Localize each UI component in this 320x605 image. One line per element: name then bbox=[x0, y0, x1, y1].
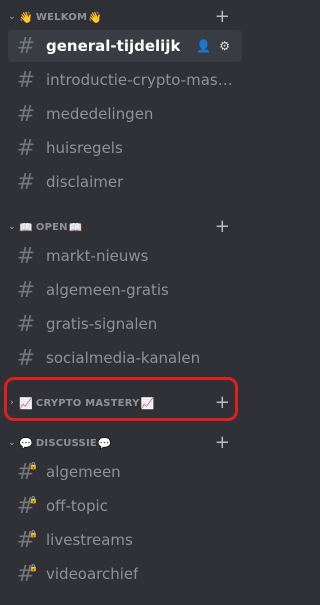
chevron-down-icon[interactable]: ⌄ bbox=[6, 438, 18, 448]
category-label: DISCUSSIE bbox=[35, 437, 97, 449]
channel-label: mededelingen bbox=[46, 105, 154, 123]
channel-label: disclaimer bbox=[46, 173, 124, 191]
channel-label: algemeen bbox=[46, 463, 121, 481]
channel-off-topic[interactable]: # 🔒 off-topic bbox=[8, 490, 242, 522]
channel-label: livestreams bbox=[46, 531, 133, 549]
chevron-down-icon[interactable]: ⌄ bbox=[6, 12, 18, 22]
channel-sidebar: ⌄ 👋 WELKOM 👋 + # general-tijdelijk 👤 ⚙ #… bbox=[0, 0, 250, 605]
channel-socialmedia-kanalen[interactable]: # socialmedia-kanalen bbox=[8, 342, 242, 374]
book-emoji-icon: 📖 bbox=[68, 220, 83, 234]
wave-emoji-icon: 👋 bbox=[88, 10, 102, 24]
speech-bubble-emoji-icon: 💬 bbox=[97, 436, 112, 450]
locked-channel-icon: # 🔒 bbox=[16, 459, 38, 485]
text-channel-icon: # bbox=[16, 277, 36, 303]
text-channel-icon: # bbox=[16, 67, 36, 93]
category-label: WELKOM bbox=[35, 11, 88, 23]
highlight-box bbox=[4, 377, 238, 421]
text-channel-icon: # bbox=[16, 169, 36, 195]
category-label: OPEN bbox=[35, 221, 68, 233]
add-channel-icon[interactable]: + bbox=[215, 216, 230, 238]
text-channel-icon: # bbox=[16, 311, 36, 337]
channel-algemeen-gratis[interactable]: # algemeen-gratis bbox=[8, 274, 242, 306]
channel-markt-nieuws[interactable]: # markt-nieuws bbox=[8, 240, 242, 272]
channel-introductie[interactable]: # introductie-crypto-maste... bbox=[8, 64, 242, 96]
channel-label: gratis-signalen bbox=[46, 315, 158, 333]
chevron-down-icon[interactable]: ⌄ bbox=[6, 222, 18, 232]
channel-label: general-tijdelijk bbox=[46, 37, 181, 55]
channel-gratis-signalen[interactable]: # gratis-signalen bbox=[8, 308, 242, 340]
locked-channel-icon: # 🔒 bbox=[16, 493, 38, 519]
channel-label: markt-nieuws bbox=[46, 247, 149, 265]
category-discussie[interactable]: ⌄ 💬 DISCUSSIE 💬 + bbox=[0, 432, 250, 454]
speech-bubble-emoji-icon: 💬 bbox=[19, 436, 33, 450]
channel-label: off-topic bbox=[46, 497, 108, 515]
channel-label: videoarchief bbox=[46, 565, 139, 583]
channel-label: huisregels bbox=[46, 139, 123, 157]
channel-algemeen[interactable]: # 🔒 algemeen bbox=[8, 456, 242, 488]
add-channel-icon[interactable]: + bbox=[215, 6, 230, 28]
channel-huisregels[interactable]: # huisregels bbox=[8, 132, 242, 164]
channel-label: socialmedia-kanalen bbox=[46, 349, 201, 367]
locked-channel-icon: # 🔒 bbox=[16, 527, 38, 553]
text-channel-icon: # bbox=[16, 345, 36, 371]
channel-label: algemeen-gratis bbox=[46, 281, 169, 299]
text-channel-icon: # bbox=[16, 243, 36, 269]
book-emoji-icon: 📖 bbox=[19, 220, 33, 234]
channel-mededelingen[interactable]: # mededelingen bbox=[8, 98, 242, 130]
locked-channel-icon: # 🔒 bbox=[16, 561, 38, 587]
channel-general-tijdelijk[interactable]: # general-tijdelijk 👤 ⚙ bbox=[8, 30, 242, 62]
add-member-icon[interactable]: 👤 bbox=[196, 39, 211, 53]
text-channel-icon: # bbox=[16, 101, 36, 127]
category-welkom[interactable]: ⌄ 👋 WELKOM 👋 + bbox=[0, 6, 250, 28]
channel-label: introductie-crypto-maste... bbox=[46, 71, 236, 89]
text-channel-icon: # bbox=[16, 33, 36, 59]
channel-disclaimer[interactable]: # disclaimer bbox=[8, 166, 242, 198]
channel-livestreams[interactable]: # 🔒 livestreams bbox=[8, 524, 242, 556]
wave-emoji-icon: 👋 bbox=[19, 10, 33, 24]
text-channel-icon: # bbox=[16, 135, 36, 161]
add-channel-icon[interactable]: + bbox=[215, 432, 230, 454]
channel-videoarchief[interactable]: # 🔒 videoarchief bbox=[8, 558, 242, 590]
gear-icon[interactable]: ⚙ bbox=[219, 39, 230, 53]
category-open[interactable]: ⌄ 📖 OPEN 📖 + bbox=[0, 216, 250, 238]
